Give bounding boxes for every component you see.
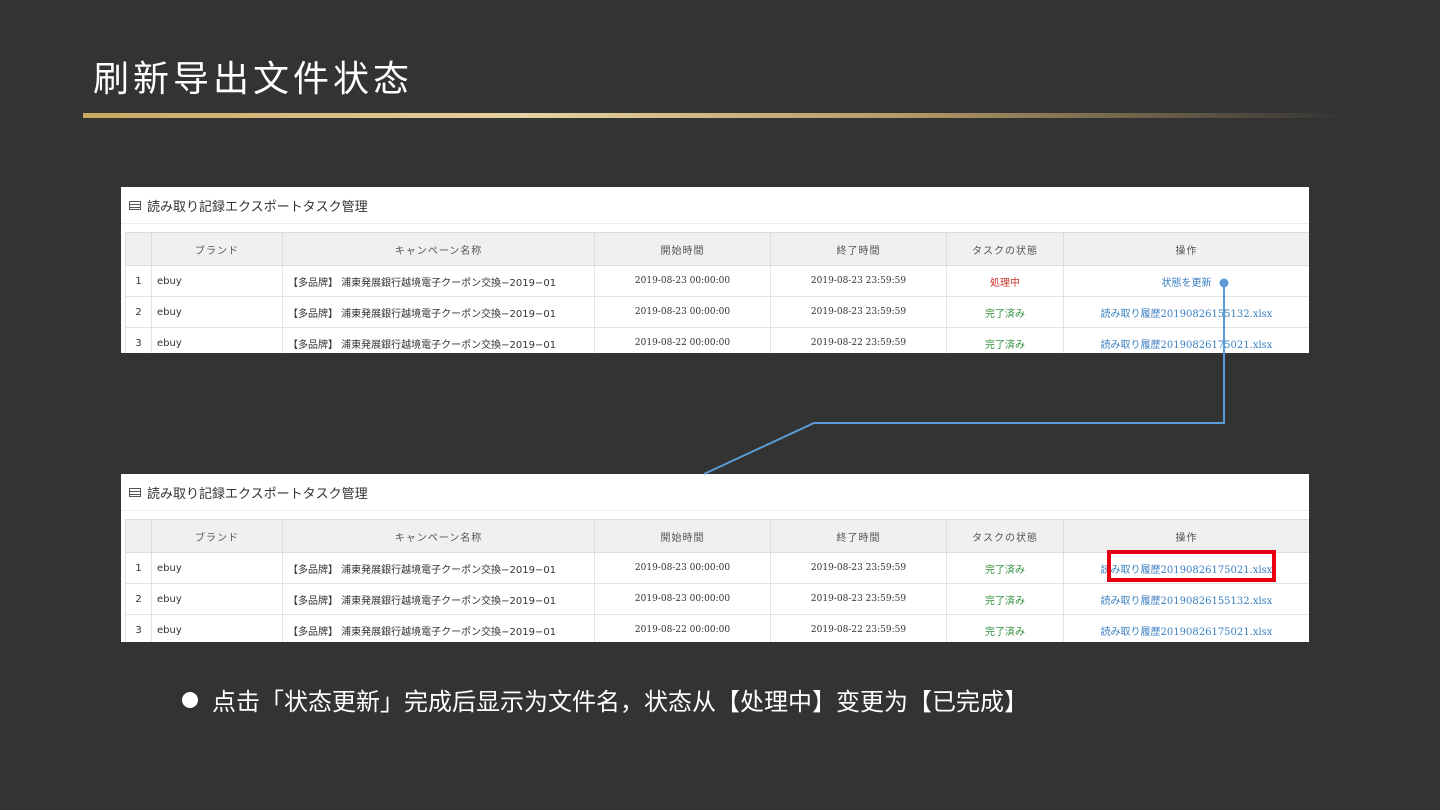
highlight-box [1107, 550, 1276, 582]
connector-dot [1219, 278, 1229, 288]
bullet-text: 点击「状态更新」完成后显示为文件名，状态从【处理中】变更为【已完成】 [212, 688, 1028, 716]
bullet-dot-icon [182, 691, 198, 708]
connector-line [703, 283, 1225, 475]
bullet-point: 点击「状态更新」完成后显示为文件名，状态从【处理中】变更为【已完成】 [182, 682, 1028, 717]
